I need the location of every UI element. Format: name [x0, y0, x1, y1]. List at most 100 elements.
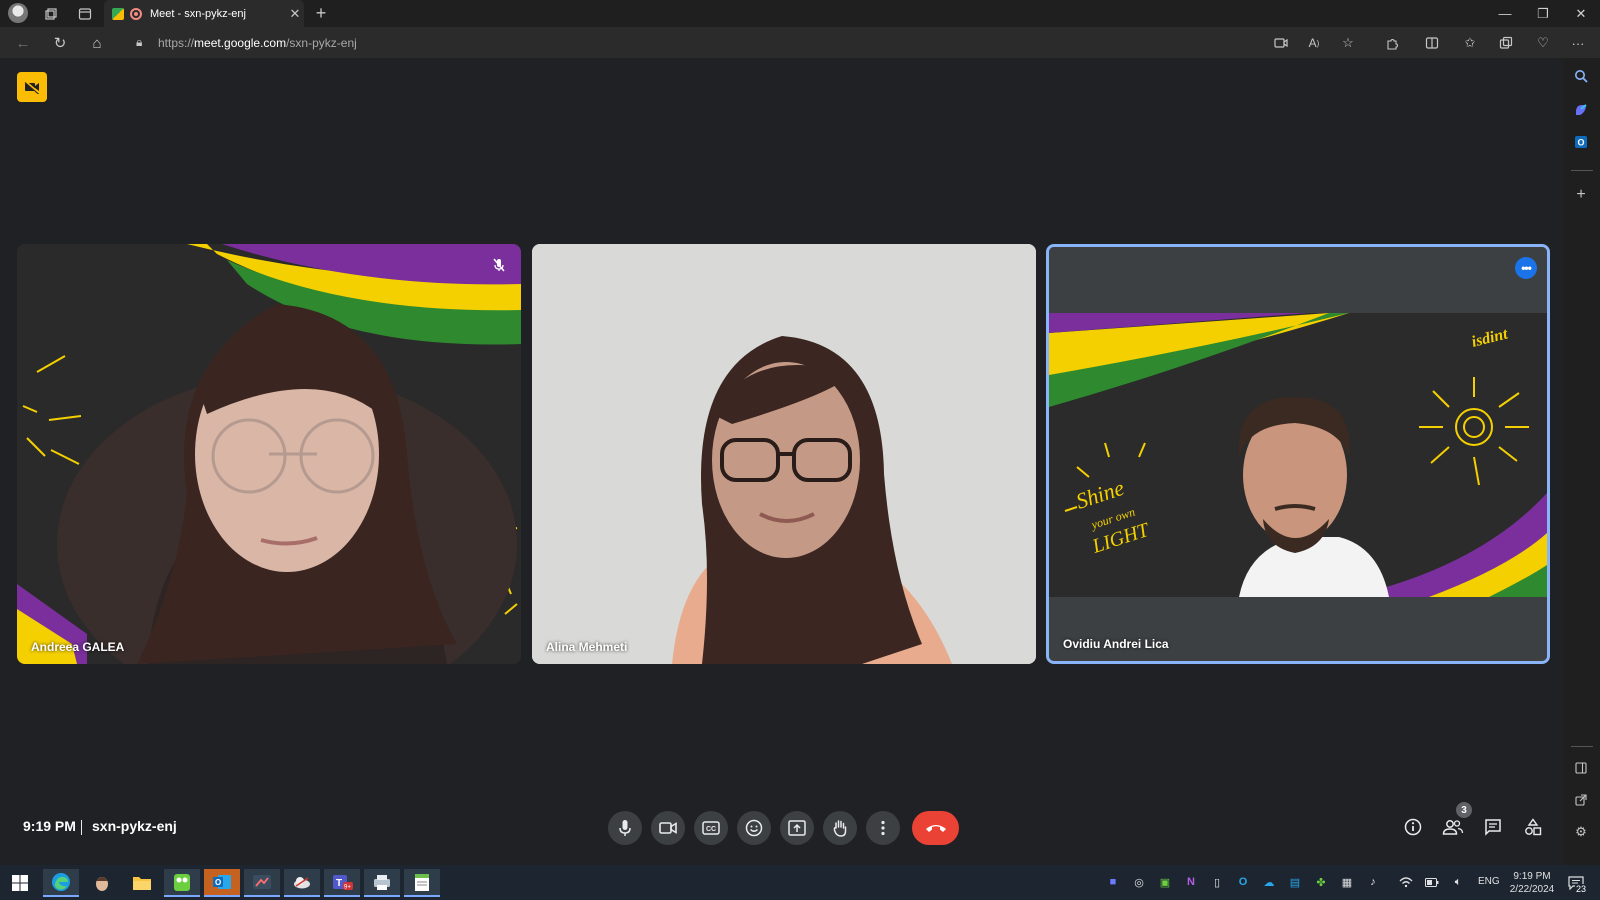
- camera-button[interactable]: [651, 811, 685, 845]
- tray-owl-icon[interactable]: ▣: [1157, 874, 1173, 890]
- more-options-icon[interactable]: •••: [1515, 257, 1537, 279]
- lock-icon[interactable]: 🔒︎: [136, 35, 142, 50]
- taskbar-notepad[interactable]: [404, 869, 440, 897]
- windows-logo-icon: [12, 875, 28, 891]
- raise-hand-button[interactable]: [823, 811, 857, 845]
- tray-outlook-icon[interactable]: O: [1235, 874, 1251, 890]
- taskbar-teams[interactable]: T 9+: [324, 869, 360, 897]
- refresh-button[interactable]: ↻: [49, 32, 71, 54]
- new-tab-button[interactable]: +: [310, 2, 332, 24]
- svg-text:9+: 9+: [344, 885, 351, 891]
- notepad-icon: [415, 874, 429, 891]
- favorites-icon[interactable]: ✩: [1460, 33, 1480, 53]
- taskbar-app-owl[interactable]: [164, 869, 200, 897]
- outlook-app-icon: O: [213, 875, 231, 889]
- taskbar-file-explorer[interactable]: [124, 869, 160, 897]
- tray-display-icon[interactable]: ▤: [1287, 874, 1303, 890]
- profile-avatar-icon[interactable]: [8, 3, 28, 23]
- open-external-icon[interactable]: [1571, 790, 1591, 810]
- home-button[interactable]: ⌂: [86, 32, 108, 54]
- start-button[interactable]: [2, 869, 38, 897]
- chat-icon: [1485, 819, 1501, 836]
- participant-video-ovidiu: Shine your own LIGHT isdint: [1049, 247, 1547, 661]
- browser-essentials-icon[interactable]: ♡: [1533, 33, 1553, 53]
- tray-onedrive-icon[interactable]: ☁: [1261, 874, 1277, 890]
- taskbar-outlook[interactable]: O: [204, 869, 240, 897]
- windows-taskbar: O T 9+ ■ ◎ ▣ N ▯ O ☁ ▤ ✤ ▦ ♪ 🔈︎ ENG 9:19 …: [0, 865, 1600, 900]
- participant-video-andreea: [17, 244, 521, 664]
- participant-tile[interactable]: Andreea GALEA: [17, 244, 521, 664]
- favorite-star-icon[interactable]: ☆: [1338, 33, 1358, 53]
- folder-icon: [133, 877, 151, 890]
- svg-text:O: O: [1578, 138, 1585, 148]
- tray-onenote-icon[interactable]: N: [1183, 874, 1199, 890]
- taskbar-snipping[interactable]: [244, 869, 280, 897]
- tray-language[interactable]: ENG: [1478, 876, 1500, 887]
- participant-tile-active-speaker[interactable]: Shine your own LIGHT isdint ••• Ovidiu A…: [1046, 244, 1550, 664]
- captions-button[interactable]: CC: [694, 811, 728, 845]
- settings-more-icon[interactable]: ···: [1568, 33, 1588, 53]
- back-button[interactable]: ←: [12, 32, 34, 54]
- meet-stage: Andreea GALEA Alina Mehmeti Shine your o…: [0, 58, 1563, 865]
- tray-printer-icon[interactable]: ▦: [1339, 874, 1355, 890]
- leave-call-button[interactable]: [912, 811, 959, 845]
- notification-count: 23: [1575, 884, 1588, 894]
- minimize-button[interactable]: —: [1486, 0, 1524, 27]
- restore-button[interactable]: ❐: [1524, 0, 1562, 27]
- more-options-button[interactable]: [866, 811, 900, 845]
- tray-security-icon[interactable]: ✤: [1313, 874, 1329, 890]
- tab-meet[interactable]: Meet - sxn-pykz-enj ✕: [104, 0, 304, 27]
- browser-sidebar: O + ⚙: [1563, 58, 1600, 865]
- hide-sidebar-icon[interactable]: [1571, 758, 1591, 778]
- activities-icon: [1525, 818, 1542, 836]
- camera-in-use-icon[interactable]: [1271, 33, 1291, 53]
- microphone-button[interactable]: [608, 811, 642, 845]
- tray-wifi-icon[interactable]: [1398, 874, 1414, 890]
- svg-text:CC: CC: [706, 826, 716, 833]
- sidebar-settings-icon[interactable]: ⚙: [1571, 822, 1591, 842]
- participant-tile[interactable]: Alina Mehmeti: [532, 244, 1036, 664]
- tray-microphone-icon[interactable]: ♪: [1365, 874, 1381, 890]
- camera-icon: [659, 822, 677, 834]
- reactions-button[interactable]: [737, 811, 771, 845]
- taskbar-app-printer[interactable]: [364, 869, 400, 897]
- close-window-button[interactable]: ✕: [1562, 0, 1600, 27]
- chat-button[interactable]: [1478, 812, 1508, 842]
- participant-video-alina: [532, 244, 1036, 664]
- google-meet-favicon-icon: [112, 7, 124, 20]
- read-aloud-icon[interactable]: A): [1304, 33, 1324, 53]
- add-sidebar-app-icon[interactable]: +: [1571, 185, 1591, 205]
- address-field[interactable]: 🔒︎ https://meet.google.com/sxn-pykz-enj: [124, 30, 1254, 55]
- vertical-tabs-icon[interactable]: [75, 4, 95, 24]
- tray-sync-icon[interactable]: ◎: [1131, 874, 1147, 890]
- tray-battery-icon[interactable]: [1424, 874, 1440, 890]
- tray-clock[interactable]: 9:19 PM 2/22/2024: [1506, 870, 1558, 896]
- tab-close-icon[interactable]: ✕: [286, 6, 304, 22]
- extensions-icon[interactable]: [1382, 33, 1402, 53]
- collections-icon[interactable]: [1496, 33, 1516, 53]
- hand-icon: [833, 820, 847, 837]
- activities-button[interactable]: [1518, 812, 1548, 842]
- tray-tablet-icon[interactable]: ▯: [1209, 874, 1225, 890]
- host-controls-badge[interactable]: [17, 72, 47, 102]
- tray-volume-icon[interactable]: 🔈︎: [1450, 874, 1466, 890]
- edge-icon: [52, 873, 70, 891]
- copilot-icon[interactable]: [1571, 100, 1591, 120]
- workspaces-icon[interactable]: [41, 4, 61, 24]
- recording-indicator-icon: [130, 7, 142, 20]
- tray-teams-icon[interactable]: ■: [1105, 874, 1121, 890]
- meeting-details-button[interactable]: [1398, 812, 1428, 842]
- outlook-icon[interactable]: O: [1571, 132, 1591, 152]
- snipping-tool-icon: [253, 875, 271, 889]
- tray-date: 2/22/2024: [1509, 884, 1555, 895]
- present-screen-button[interactable]: [780, 811, 814, 845]
- browser-tab-bar: Meet - sxn-pykz-enj ✕ + — ❐ ✕: [0, 0, 1600, 27]
- taskbar-app-cloud[interactable]: [284, 869, 320, 897]
- sidebar-separator: [1571, 746, 1593, 747]
- participant-name: Andreea GALEA: [31, 640, 125, 654]
- taskbar-edge[interactable]: [43, 869, 79, 897]
- taskbar-app-face[interactable]: [84, 869, 120, 897]
- split-screen-icon[interactable]: [1422, 33, 1442, 53]
- search-icon[interactable]: [1571, 66, 1591, 86]
- info-icon: [1404, 818, 1422, 836]
